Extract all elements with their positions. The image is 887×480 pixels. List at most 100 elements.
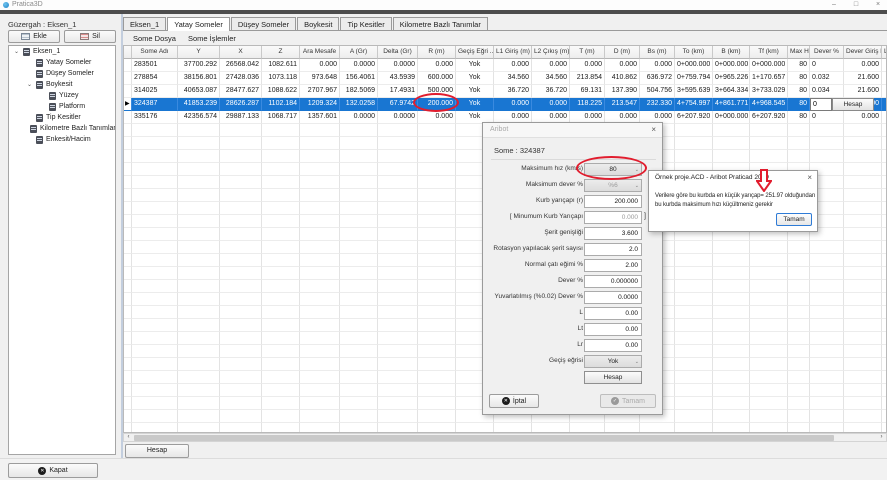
grid-cell[interactable]: 0+000.000 xyxy=(713,111,750,124)
field-input[interactable]: 0.000 xyxy=(584,211,642,224)
column-header-some-ad-[interactable]: Some Adı xyxy=(132,46,178,59)
tree-item-enkesit-hacim[interactable]: Enkesit/Hacim xyxy=(9,134,115,145)
column-header-r-m-[interactable]: R (m) xyxy=(418,46,456,59)
grid-cell[interactable]: 3+733.029 xyxy=(750,85,788,98)
tab-kilometre-bazl-tan-mlar[interactable]: Kilometre Bazlı Tanımlar xyxy=(393,17,488,30)
grid-cell[interactable]: 4+861.771 xyxy=(713,98,750,111)
column-header-x[interactable]: X xyxy=(220,46,262,59)
grid-cell[interactable]: 80 xyxy=(788,111,810,124)
close-panel-button[interactable]: ✕ Kapat xyxy=(8,463,98,478)
tab-eksen-1[interactable]: Eksen_1 xyxy=(123,17,166,30)
column-header-ara-mesafe[interactable]: Ara Mesafe xyxy=(300,46,340,59)
dever-editor-input[interactable]: 0 xyxy=(810,98,832,111)
grid-cell[interactable]: 232.330 xyxy=(640,98,675,111)
column-header-l2-k-m-[interactable]: L2 Çıkış (m) xyxy=(532,46,570,59)
grid-cell[interactable]: 34.560 xyxy=(494,72,532,85)
grid-cell[interactable]: 0+000.000 xyxy=(750,59,788,72)
scroll-right-arrow[interactable]: › xyxy=(877,434,886,441)
dialog-cancel-button[interactable]: ✕ İptal xyxy=(489,394,539,408)
grid-cell[interactable]: 636.972 xyxy=(640,72,675,85)
field-combo[interactable]: 80⌄ xyxy=(584,163,642,176)
field-input[interactable]: 0.00 xyxy=(584,323,642,336)
grid-cell[interactable]: Yok xyxy=(456,72,494,85)
column-header-a-gr-[interactable]: A (Gr) xyxy=(340,46,378,59)
field-input[interactable]: 200.000 xyxy=(584,195,642,208)
grid-cell[interactable]: 137.390 xyxy=(605,85,640,98)
grid-cell[interactable]: 27428.036 xyxy=(220,72,262,85)
grid-cell[interactable] xyxy=(882,111,887,124)
column-header-ge-i-e-ri-[interactable]: Geçiş Eğri ... xyxy=(456,46,494,59)
grid-cell[interactable]: 1209.324 xyxy=(300,98,340,111)
grid-cell[interactable]: 500.000 xyxy=(418,85,456,98)
grid-cell[interactable]: 36.720 xyxy=(494,85,532,98)
table-row[interactable]: ▶32438741853.23928626.2871102.1841209.32… xyxy=(124,98,887,111)
grid-cell[interactable]: 0+000.000 xyxy=(713,59,750,72)
grid-cell[interactable]: 0.000 xyxy=(494,98,532,111)
grid-cell[interactable]: 67.9742 xyxy=(378,98,418,111)
column-header-y[interactable]: Y xyxy=(178,46,220,59)
grid-cell[interactable]: 504.756 xyxy=(640,85,675,98)
message-ok-button[interactable]: Tamam xyxy=(776,213,812,226)
grid-cell[interactable]: 1073.118 xyxy=(262,72,300,85)
minimize-button[interactable]: – xyxy=(829,0,839,10)
scrollbar-thumb[interactable] xyxy=(134,435,834,442)
field-input[interactable]: 0.0000 xyxy=(584,291,642,304)
tab-tip-kesitler[interactable]: Tip Kesitler xyxy=(340,17,391,30)
grid-cell[interactable]: 132.0258 xyxy=(340,98,378,111)
grid-cell[interactable]: 0.000 xyxy=(844,111,882,124)
grid-cell[interactable]: 3+595.639 xyxy=(675,85,713,98)
grid-cell[interactable]: 118.225 xyxy=(570,98,605,111)
field-input[interactable]: 0.000000 xyxy=(584,275,642,288)
column-header-tf-km-[interactable]: Tf (km) xyxy=(750,46,788,59)
grid-cell[interactable]: 600.000 xyxy=(418,72,456,85)
grid-cell[interactable]: 0.000 xyxy=(640,59,675,72)
grid-calculate-button[interactable]: Hesap xyxy=(125,444,189,458)
field-combo[interactable]: %6⌄ xyxy=(584,179,642,192)
horizontal-scrollbar[interactable]: ‹ › xyxy=(123,433,887,442)
grid-cell[interactable]: 0.000 xyxy=(844,59,882,72)
grid-cell[interactable] xyxy=(882,85,887,98)
grid-cell[interactable]: 29887.133 xyxy=(220,111,262,124)
grid-cell[interactable]: 213.547 xyxy=(605,98,640,111)
table-row[interactable]: 28350137700.29226568.0421082.6110.0000.0… xyxy=(124,59,887,72)
grid-cell[interactable]: 26568.042 xyxy=(220,59,262,72)
grid-cell[interactable]: 0.000 xyxy=(532,98,570,111)
grid-cell[interactable]: 973.648 xyxy=(300,72,340,85)
grid-cell[interactable]: 200.000 xyxy=(418,98,456,111)
grid-cell[interactable]: 0.000 xyxy=(494,59,532,72)
grid-cell[interactable]: 4+968.545 xyxy=(750,98,788,111)
column-header-t-m-[interactable]: T (m) xyxy=(570,46,605,59)
dialog-close-icon[interactable]: × xyxy=(651,125,656,134)
grid-cell[interactable]: 40653.087 xyxy=(178,85,220,98)
grid-cell[interactable]: 0.034 xyxy=(810,85,844,98)
dialog-calculate-button[interactable]: Hesap xyxy=(584,371,642,384)
field-input[interactable]: 2.00 xyxy=(584,259,642,272)
grid-cell[interactable] xyxy=(882,98,887,111)
tree-item-tip-kesitler[interactable]: Tip Kesitler xyxy=(9,112,115,123)
column-header-bs-m-[interactable]: Bs (m) xyxy=(640,46,675,59)
expand-arrow-icon[interactable]: ⌄ xyxy=(14,48,20,55)
maximize-button[interactable]: □ xyxy=(851,0,861,10)
column-header-b-km-[interactable]: B (km) xyxy=(713,46,750,59)
grid-cell[interactable]: Yok xyxy=(456,85,494,98)
grid-cell[interactable]: 0+000.000 xyxy=(675,59,713,72)
tree-item-yatay-someler[interactable]: Yatay Someler xyxy=(9,57,115,68)
grid-cell[interactable]: 6+207.920 xyxy=(750,111,788,124)
field-combo[interactable]: Yok⌄ xyxy=(584,355,642,368)
grid-cell[interactable]: 283501 xyxy=(132,59,178,72)
grid-cell[interactable]: Yok xyxy=(456,59,494,72)
grid-cell[interactable]: 80 xyxy=(788,59,810,72)
grid-cell[interactable]: 1+170.657 xyxy=(750,72,788,85)
grid-cell[interactable]: 410.862 xyxy=(605,72,640,85)
grid-cell[interactable]: 80 xyxy=(788,85,810,98)
column-header-d-m-[interactable]: D (m) xyxy=(605,46,640,59)
grid-cell[interactable]: 1088.622 xyxy=(262,85,300,98)
message-close-icon[interactable]: × xyxy=(807,173,812,182)
grid-cell[interactable]: 0.032 xyxy=(810,72,844,85)
grid-cell[interactable]: 278854 xyxy=(132,72,178,85)
tree-item-platform[interactable]: Platform xyxy=(9,101,115,112)
grid-cell[interactable]: 0+759.794 xyxy=(675,72,713,85)
grid-cell[interactable]: 0.0000 xyxy=(378,59,418,72)
grid-cell[interactable]: 80 xyxy=(788,72,810,85)
grid-cell[interactable]: 1082.611 xyxy=(262,59,300,72)
